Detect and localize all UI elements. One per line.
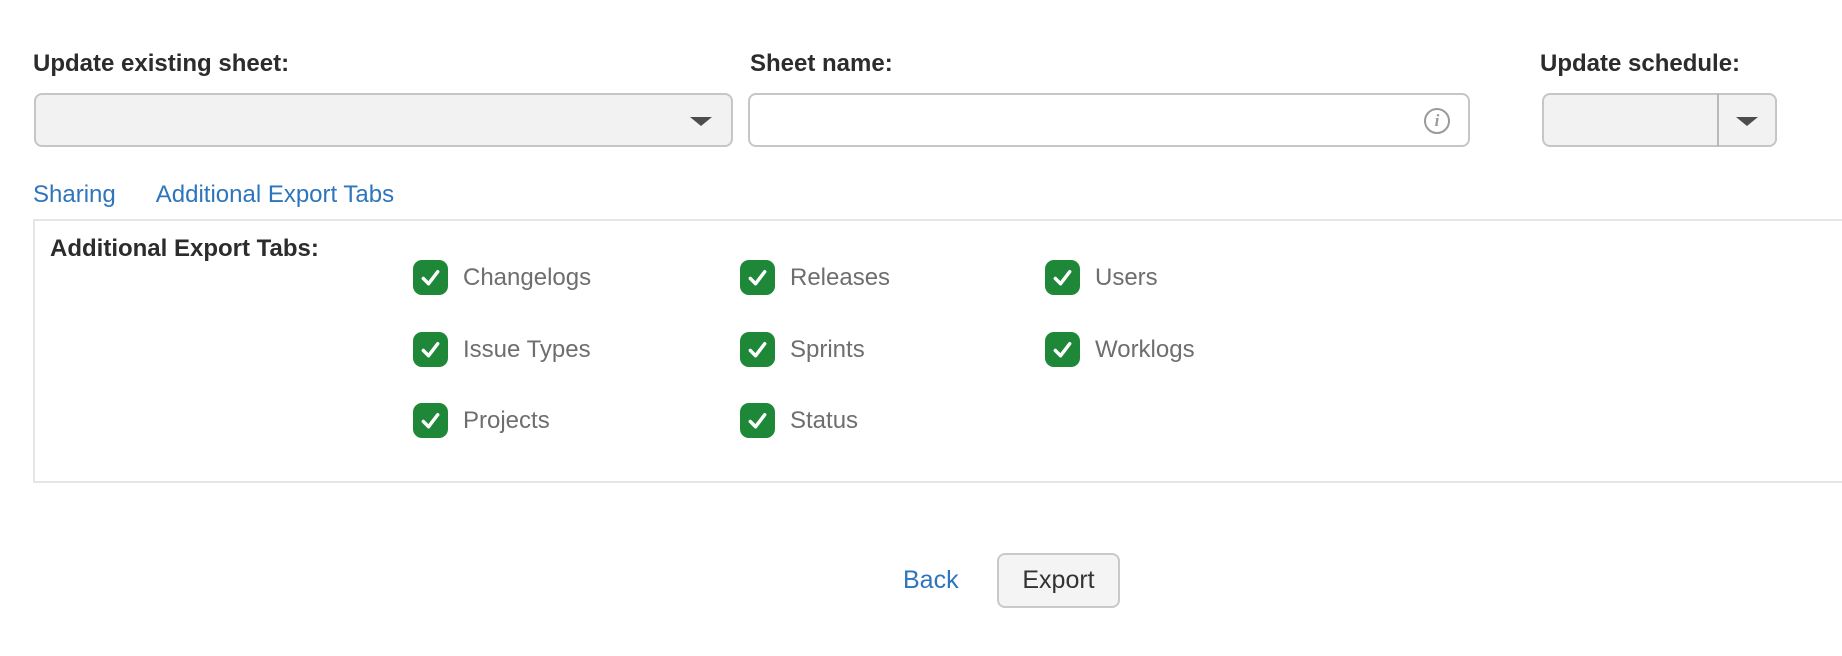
additional-export-tabs-panel-label: Additional Export Tabs: (50, 235, 319, 263)
update-schedule-select[interactable] (1542, 93, 1777, 147)
checkmark-icon (413, 403, 448, 438)
export-button[interactable]: Export (997, 553, 1120, 608)
checkbox-status[interactable]: Status (740, 403, 858, 438)
update-schedule-label: Update schedule: (1540, 50, 1740, 78)
checkbox-label: Changelogs (463, 264, 591, 292)
sheet-name-field-wrap: i (748, 93, 1470, 147)
update-existing-sheet-label: Update existing sheet: (33, 50, 289, 78)
checkbox-releases[interactable]: Releases (740, 260, 890, 295)
checkmark-icon (413, 260, 448, 295)
tab-bar: Sharing Additional Export Tabs (33, 181, 394, 209)
caret-down-icon (690, 117, 712, 126)
checkmark-icon (740, 403, 775, 438)
checkmark-icon (1045, 260, 1080, 295)
tab-sharing[interactable]: Sharing (33, 181, 116, 209)
back-link[interactable]: Back (903, 566, 959, 595)
checkbox-label: Sprints (790, 336, 865, 364)
caret-down-icon (1736, 117, 1758, 126)
checkbox-label: Worklogs (1095, 336, 1195, 364)
checkmark-icon (740, 332, 775, 367)
checkbox-changelogs[interactable]: Changelogs (413, 260, 591, 295)
checkbox-users[interactable]: Users (1045, 260, 1158, 295)
checkmark-icon (413, 332, 448, 367)
update-existing-sheet-select[interactable] (34, 93, 733, 147)
checkbox-label: Issue Types (463, 336, 591, 364)
checkbox-worklogs[interactable]: Worklogs (1045, 332, 1195, 367)
checkmark-icon (1045, 332, 1080, 367)
checkbox-issue-types[interactable]: Issue Types (413, 332, 591, 367)
checkmark-icon (740, 260, 775, 295)
checkbox-sprints[interactable]: Sprints (740, 332, 865, 367)
checkbox-label: Projects (463, 407, 550, 435)
tab-additional-export-tabs[interactable]: Additional Export Tabs (156, 181, 394, 209)
sheet-name-input[interactable] (750, 95, 1468, 145)
export-dialog: Update existing sheet: Sheet name: i Upd… (0, 0, 1842, 656)
checkbox-label: Users (1095, 264, 1158, 292)
select-divider (1717, 93, 1719, 147)
checkbox-label: Status (790, 407, 858, 435)
sheet-name-label: Sheet name: (750, 50, 893, 78)
checkbox-projects[interactable]: Projects (413, 403, 550, 438)
info-icon: i (1424, 108, 1450, 134)
checkbox-label: Releases (790, 264, 890, 292)
